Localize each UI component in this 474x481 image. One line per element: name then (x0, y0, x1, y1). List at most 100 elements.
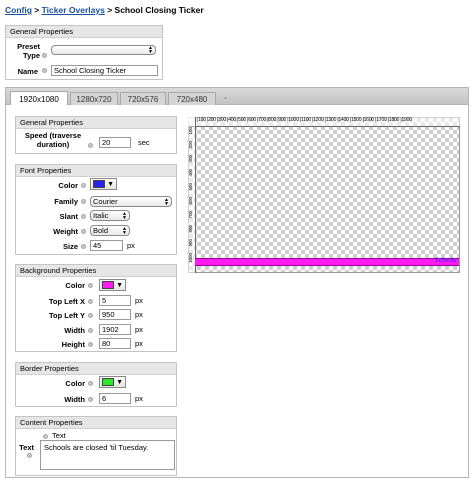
breadcrumb: Config > Ticker Overlays > School Closin… (5, 5, 204, 15)
tab-720x576[interactable]: 720x576 (120, 92, 166, 106)
top-left-y-unit: px (135, 310, 143, 319)
breadcrumb-config-link[interactable]: Config (5, 5, 32, 15)
help-icon[interactable] (88, 313, 93, 318)
name-label: Name (17, 67, 38, 76)
panel-header: General Properties (16, 117, 176, 129)
help-icon[interactable] (88, 143, 93, 148)
dropdown-arrow-icon: ▼ (116, 281, 123, 289)
bg-height-unit: px (135, 339, 143, 348)
bg-width-field[interactable]: 1902 (99, 324, 131, 335)
select-arrows-icon: ▲ ▼ (122, 225, 127, 236)
ticker-preview-text: Schools (434, 258, 456, 264)
help-icon[interactable] (81, 199, 86, 204)
text-radio-button[interactable] (43, 434, 48, 439)
dropdown-arrow-icon: ▼ (107, 180, 114, 188)
help-icon[interactable] (88, 397, 93, 402)
speed-label: Speed (traverse duration) (22, 131, 84, 149)
tab-1280x720[interactable]: 1280x720 (70, 92, 118, 106)
ruler-left-tick: 400 (188, 169, 193, 177)
help-icon[interactable] (81, 229, 86, 234)
preset-type-select[interactable]: ▲ ▼ (51, 45, 156, 55)
font-size-field[interactable]: 45 (90, 240, 123, 251)
font-color-label: Color (58, 181, 78, 190)
ruler-top-ticks: |100 |200 |300 |400 |500 |600 |700 |800 … (197, 117, 412, 123)
select-arrows-icon: ▲ ▼ (148, 45, 153, 55)
panel-header: Border Properties (16, 363, 176, 375)
select-arrows-icon: ▲ ▼ (122, 210, 127, 221)
font-color-picker[interactable]: ▼ (90, 178, 117, 190)
font-size-label: Size (62, 242, 78, 251)
speed-label-line2: duration) (36, 140, 70, 149)
bg-height-field[interactable]: 80 (99, 338, 131, 349)
border-width-label: Width (64, 395, 85, 404)
background-color-swatch (102, 281, 115, 289)
speed-label-line1: Speed (traverse (24, 131, 82, 140)
ruler-left-tick: 500 (188, 183, 193, 191)
font-weight-value: Bold (93, 226, 109, 235)
help-icon[interactable] (88, 299, 93, 304)
vertical-ruler: 100 200 300 400 500 600 700 800 900 1000 (188, 117, 196, 273)
help-icon[interactable] (88, 328, 93, 333)
top-left-y-field[interactable]: 950 (99, 309, 131, 320)
preset-type-label: Preset Type (10, 42, 40, 60)
select-arrows-icon: ▲ ▼ (164, 196, 169, 207)
ruler-left-tick: 300 (188, 155, 193, 163)
border-color-label: Color (65, 379, 85, 388)
border-width-field[interactable]: 6 (99, 393, 131, 404)
breadcrumb-separator: > (107, 5, 113, 15)
preset-label-line1: Preset (17, 42, 40, 51)
help-icon[interactable] (81, 214, 86, 219)
help-icon[interactable] (88, 283, 93, 288)
tab-720x480[interactable]: 720x480 (168, 92, 216, 106)
ruler-left-tick: 600 (188, 197, 193, 205)
font-weight-select[interactable]: Bold ▲ ▼ (90, 225, 130, 236)
border-properties-panel: Border Properties (15, 362, 177, 407)
preset-label-line2: Type (23, 51, 40, 60)
help-icon[interactable] (42, 53, 47, 58)
horizontal-ruler: |100 |200 |300 |400 |500 |600 |700 |800 … (188, 117, 460, 127)
font-size-unit: px (127, 241, 135, 250)
help-icon[interactable] (88, 381, 93, 386)
help-icon[interactable] (81, 244, 86, 249)
help-icon[interactable] (81, 183, 86, 188)
top-left-x-field[interactable]: 5 (99, 295, 131, 306)
background-color-label: Color (65, 281, 85, 290)
font-family-label: Family (54, 197, 78, 206)
speed-unit: sec (138, 138, 150, 147)
ruler-left-tick: 1000 (188, 253, 193, 264)
background-properties-panel: Background Properties (15, 264, 177, 352)
ruler-left-tick: 900 (188, 239, 193, 247)
font-slant-value: Italic (93, 211, 109, 220)
top-left-y-label: Top Left Y (49, 311, 85, 320)
font-weight-label: Weight (53, 227, 78, 236)
help-icon[interactable] (27, 453, 32, 458)
top-left-x-unit: px (135, 296, 143, 305)
tab-1920x1080[interactable]: 1920x1080 (10, 91, 68, 106)
breadcrumb-ticker-overlays-link[interactable]: Ticker Overlays (42, 5, 105, 15)
content-text-area[interactable]: Schools are closed 'til Tuesday. (40, 440, 175, 470)
background-color-picker[interactable]: ▼ (99, 279, 126, 291)
font-family-select[interactable]: Courier ▲ ▼ (90, 196, 172, 207)
border-width-unit: px (135, 394, 143, 403)
ruler-left-tick: 100 (188, 127, 193, 135)
top-left-x-label: Top Left X (48, 297, 85, 306)
font-family-value: Courier (93, 197, 118, 206)
text-radio-label: Text (52, 431, 66, 440)
panel-header: Background Properties (16, 265, 176, 277)
help-icon[interactable] (42, 68, 47, 73)
ruler-left-tick: 800 (188, 225, 193, 233)
border-color-picker[interactable]: ▼ (99, 376, 126, 388)
speed-field[interactable]: 20 (99, 137, 131, 148)
overlay-preview-canvas[interactable] (188, 117, 460, 273)
bg-height-label: Height (61, 340, 85, 349)
help-icon[interactable] (88, 342, 93, 347)
ruler-left-tick: 200 (188, 141, 193, 149)
breadcrumb-current: School Closing Ticker (114, 5, 204, 15)
content-text-label: Text (19, 443, 34, 452)
name-field[interactable]: School Closing Ticker (51, 65, 158, 76)
font-slant-select[interactable]: Italic ▲ ▼ (90, 210, 130, 221)
font-color-swatch (93, 180, 106, 188)
panel-header: Content Properties (16, 417, 176, 429)
tab-more-icon[interactable]: ⌄ (222, 92, 229, 101)
border-color-swatch (102, 378, 115, 386)
